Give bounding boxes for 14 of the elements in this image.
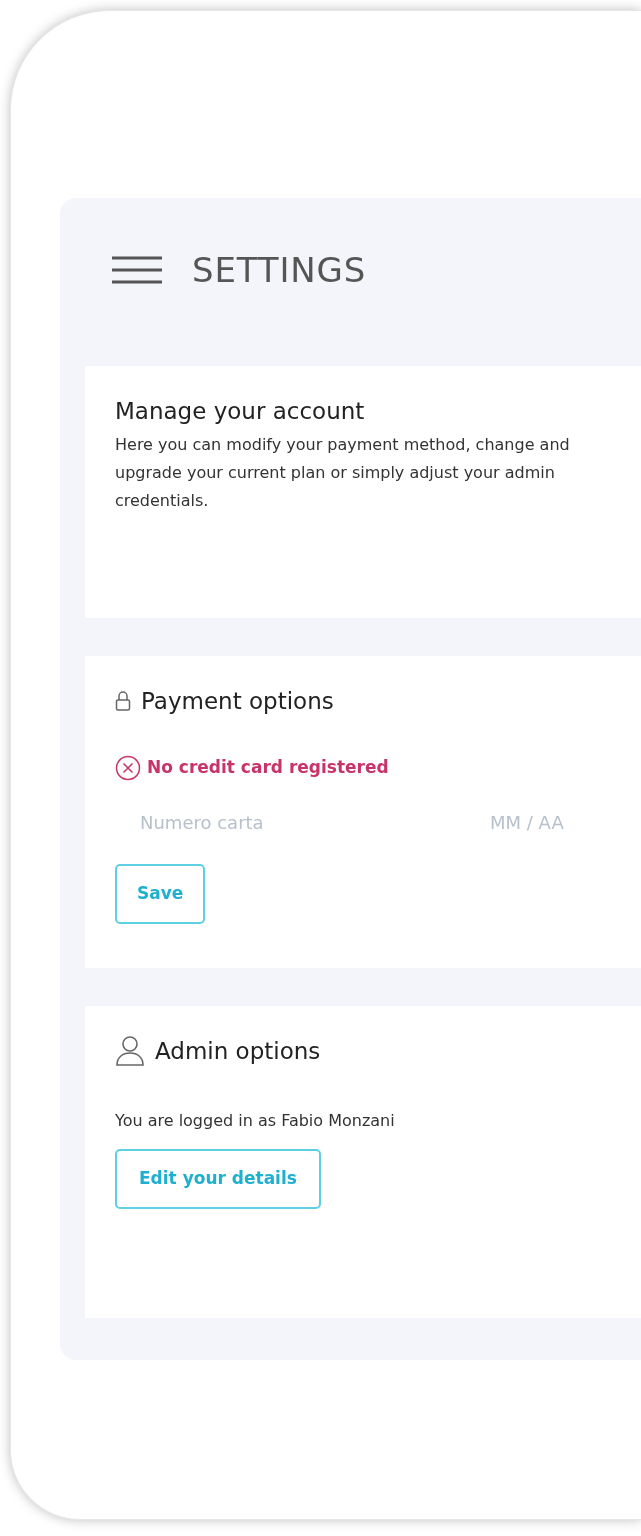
login-status-text: You are logged in as Fabio Monzani bbox=[115, 1109, 396, 1132]
save-button[interactable]: Save bbox=[115, 863, 206, 924]
card-number-field[interactable]: Numero carta bbox=[140, 808, 490, 836]
error-message: No credit card registered bbox=[147, 755, 389, 779]
card-title: Admin options bbox=[155, 1037, 321, 1066]
card-title: Payment options bbox=[141, 687, 334, 716]
page-title: SETTINGS bbox=[192, 248, 367, 292]
expiry-field[interactable]: MM / AA bbox=[490, 808, 600, 836]
user-icon bbox=[115, 1035, 145, 1068]
edit-details-button[interactable]: Edit your details bbox=[115, 1148, 321, 1209]
lock-icon bbox=[115, 690, 131, 713]
error-icon bbox=[115, 754, 141, 781]
card-title: Manage your account bbox=[115, 397, 366, 426]
description-text: Here you can modify your payment method, change and upgrade your current plan or simply adjust your admin credentials. bbox=[115, 433, 571, 512]
